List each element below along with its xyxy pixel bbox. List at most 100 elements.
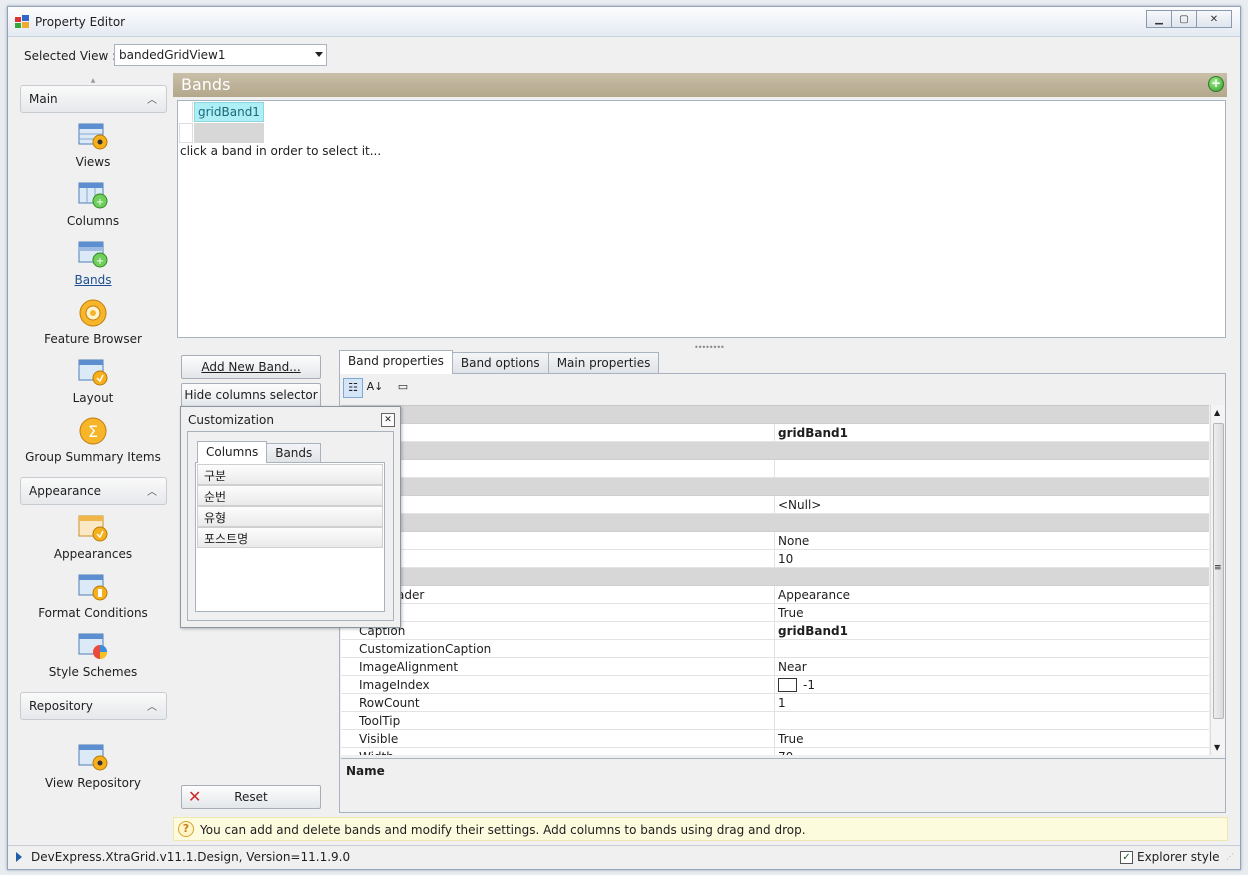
tab-band-properties[interactable]: Band properties — [339, 350, 453, 374]
property-category-row[interactable] — [341, 514, 1209, 532]
property-row[interactable]: nceHeader Appearance — [341, 586, 1209, 604]
hide-columns-selector-button[interactable]: Hide columns selector — [181, 383, 321, 407]
tab-main-properties[interactable]: Main properties — [547, 352, 660, 374]
delete-icon: ✕ — [188, 787, 202, 806]
column-divider — [774, 496, 775, 514]
categorized-icon[interactable]: ☷ — [343, 378, 363, 398]
customization-window[interactable]: Customization ✕ Columns Bands 구분 순번 유형 포… — [180, 406, 401, 628]
reset-button[interactable]: ✕ Reset — [181, 785, 321, 809]
maximize-button[interactable]: ▢ — [1171, 10, 1197, 28]
explorer-style-checkbox[interactable]: ✓ — [1120, 851, 1133, 864]
column-divider — [774, 676, 775, 694]
nav-item-view-repository[interactable]: View Repository — [18, 740, 168, 799]
property-row[interactable]: Visible True — [341, 730, 1209, 748]
property-name: own — [359, 606, 773, 620]
expand-icon[interactable] — [16, 852, 22, 862]
band-cell[interactable]: gridBand1 — [194, 102, 264, 122]
title-bar[interactable]: Property Editor ▁ ▢ ✕ — [8, 7, 1240, 37]
add-icon[interactable]: + — [1208, 76, 1224, 92]
selected-view-combo[interactable]: bandedGridView1 — [114, 44, 327, 66]
tab-band-options[interactable]: Band options — [451, 352, 549, 374]
property-row[interactable]: <Null> — [341, 496, 1209, 514]
svg-text:Σ: Σ — [88, 422, 98, 441]
collapse-icon[interactable]: ︿ — [147, 91, 157, 106]
chevron-down-icon[interactable] — [315, 52, 323, 57]
property-grid[interactable]: gridBand1 s Band <Null> None h 10 nceHeader Appe… — [341, 405, 1209, 755]
customization-title: Customization — [188, 413, 274, 427]
property-category-row[interactable]: s — [341, 442, 1209, 460]
format-conditions-icon — [78, 574, 108, 601]
property-category-row[interactable] — [341, 478, 1209, 496]
minimize-button[interactable]: ▁ — [1146, 10, 1172, 28]
nav-item-style-schemes[interactable]: Style Schemes — [18, 629, 168, 688]
property-row[interactable]: RowCount 1 — [341, 694, 1209, 712]
property-name: Caption — [359, 624, 406, 638]
nav-item-layout[interactable]: Layout — [18, 355, 168, 414]
splitter-handle[interactable]: •••••••• — [694, 343, 725, 352]
property-name: Width — [359, 750, 773, 755]
tab-columns[interactable]: Columns — [197, 441, 268, 463]
property-name: s — [359, 444, 773, 458]
scroll-up-icon[interactable]: ▲ — [18, 77, 168, 85]
nav-item-appearances[interactable]: Appearances — [18, 511, 168, 570]
close-icon[interactable]: ✕ — [381, 413, 395, 427]
property-value[interactable]: True — [778, 606, 1208, 620]
list-item[interactable]: 순번 — [197, 485, 383, 506]
property-value[interactable]: True — [778, 732, 1208, 746]
nav-group-label: Appearance — [29, 484, 102, 498]
property-value[interactable]: gridBand1 — [778, 624, 1208, 638]
nav-group-appearance[interactable]: Appearance ︿ — [20, 477, 167, 505]
nav-item-format-conditions[interactable]: Format Conditions — [18, 570, 168, 629]
property-value[interactable]: 10 — [778, 552, 1208, 566]
property-row[interactable]: ImageAlignment Near — [341, 658, 1209, 676]
property-value[interactable]: 70 — [778, 750, 1208, 755]
property-row[interactable]: None — [341, 532, 1209, 550]
property-row[interactable]: ToolTip — [341, 712, 1209, 730]
nav-item-feature-browser[interactable]: Feature Browser — [18, 296, 168, 355]
nav-group-main[interactable]: Main ︿ — [20, 85, 167, 113]
feature-browser-icon — [79, 299, 107, 327]
property-row[interactable]: h 10 — [341, 550, 1209, 568]
scroll-down-icon[interactable]: ▼ — [1214, 743, 1220, 752]
bands-header: Bands + — [173, 73, 1227, 97]
property-category-row[interactable] — [341, 406, 1209, 424]
property-row[interactable]: own True — [341, 604, 1209, 622]
property-row[interactable]: gridBand1 — [341, 424, 1209, 442]
property-value[interactable]: None — [778, 534, 1208, 548]
property-grid-scrollbar[interactable]: ▲ ≡ ▼ — [1210, 405, 1225, 755]
bands-designer[interactable]: gridBand1 click a band in order to selec… — [177, 100, 1226, 338]
property-value[interactable]: Near — [778, 660, 1208, 674]
list-item[interactable]: 구분 — [197, 464, 383, 485]
property-value[interactable]: -1 — [778, 678, 1208, 692]
close-button[interactable]: ✕ — [1196, 10, 1232, 28]
property-value[interactable]: 1 — [778, 696, 1208, 710]
nav-item-group-summary[interactable]: Σ Group Summary Items — [18, 414, 168, 473]
collapse-icon[interactable]: ︿ — [147, 483, 157, 498]
list-item[interactable]: 유형 — [197, 506, 383, 527]
nav-item-bands[interactable]: + Bands — [18, 237, 168, 296]
resize-grip-icon[interactable]: ⋰ — [1226, 852, 1234, 861]
property-row[interactable]: ImageIndex -1 — [341, 676, 1209, 694]
collapse-icon[interactable]: ︿ — [147, 698, 157, 713]
list-item[interactable]: 포스트명 — [197, 527, 383, 548]
tab-bands[interactable]: Bands — [266, 443, 322, 463]
selected-view-bar: Selected View : bandedGridView1 — [8, 38, 1240, 72]
nav-item-columns[interactable]: + Columns — [18, 178, 168, 237]
property-row[interactable]: Width 70 — [341, 748, 1209, 755]
alphabetical-icon[interactable]: A↓ — [365, 378, 385, 398]
add-new-band-button[interactable]: Add New Band... — [181, 355, 321, 379]
property-row[interactable]: Caption gridBand1 — [341, 622, 1209, 640]
property-value[interactable]: <Null> — [778, 498, 1208, 512]
property-grid-frame: ☷ A↓ ▭ gridBand1 s Band <Null> None h 10 nceHea… — [339, 373, 1226, 813]
property-category-row[interactable] — [341, 568, 1209, 586]
nav-item-views[interactable]: Views — [18, 119, 168, 178]
property-row[interactable]: Band — [341, 460, 1209, 478]
column-divider — [774, 532, 775, 550]
scroll-up-icon[interactable]: ▲ — [1214, 408, 1220, 417]
column-divider — [774, 640, 775, 658]
property-pages-icon[interactable]: ▭ — [393, 378, 413, 398]
property-value[interactable]: Appearance — [778, 588, 1208, 602]
property-value[interactable]: gridBand1 — [778, 426, 1208, 440]
nav-group-repository[interactable]: Repository ︿ — [20, 692, 167, 720]
property-row[interactable]: CustomizationCaption — [341, 640, 1209, 658]
